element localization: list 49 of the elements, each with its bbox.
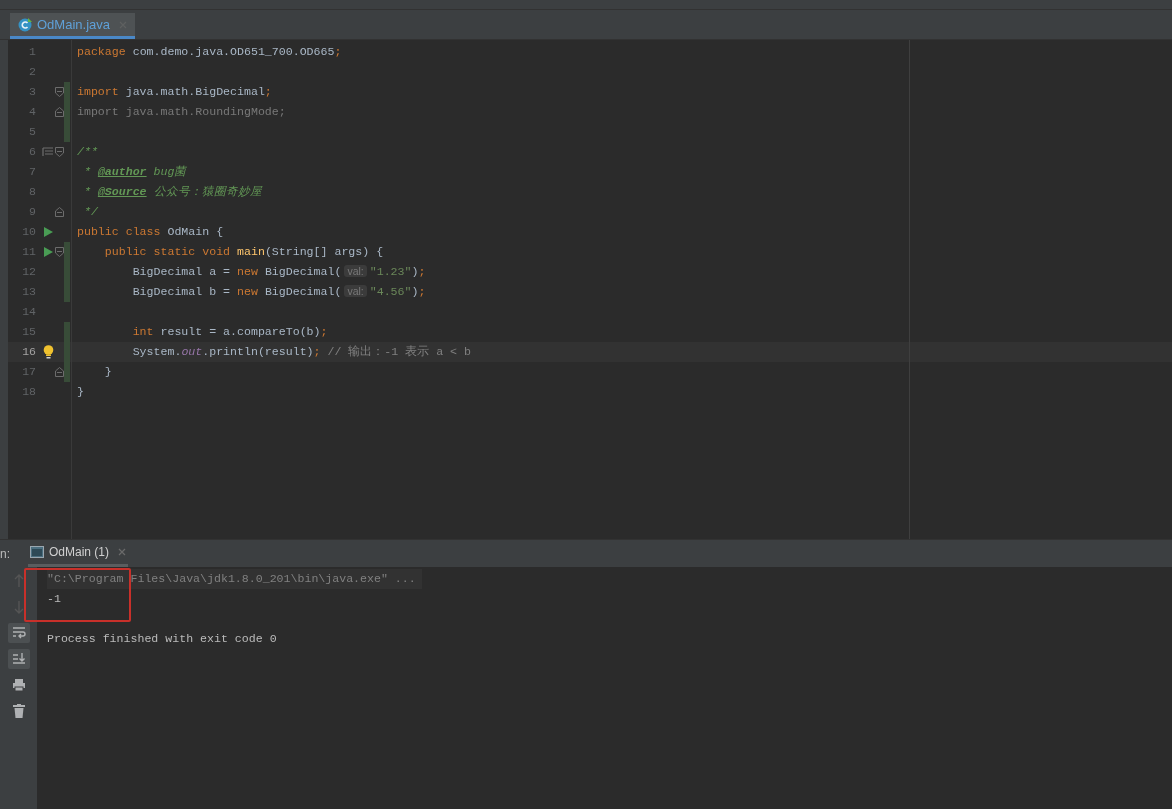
class-icon	[18, 17, 32, 32]
code-line: System.out.println(result); // 输出：-1 表示 a < b	[131, 344, 471, 361]
line-number: 12	[21, 264, 37, 281]
line-number: 15	[21, 324, 37, 341]
line-number: 6	[28, 144, 37, 161]
line-number: 18	[21, 384, 37, 401]
fold-icon[interactable]	[54, 87, 64, 97]
fold-end-icon[interactable]	[54, 107, 64, 117]
line-number: 8	[28, 184, 37, 201]
code-line: * @Source 公众号：猿圈奇妙屋	[82, 184, 262, 201]
line-number: 2	[28, 64, 37, 81]
line-number: 13	[21, 284, 37, 301]
fold-icon[interactable]	[54, 147, 64, 157]
code-line: package com.demo.java.OD651_700.OD665;	[76, 44, 342, 61]
code-line: int result = a.compareTo(b);	[131, 324, 328, 341]
code-line: import java.math.RoundingMode;	[76, 104, 286, 121]
code-line: }	[103, 364, 112, 381]
line-number: 4	[28, 104, 37, 121]
scroll-end-icon[interactable]	[7, 649, 30, 669]
wrap-icon[interactable]	[7, 623, 30, 643]
line-number: 3	[28, 84, 37, 101]
line-number: 9	[28, 204, 37, 221]
list-icon[interactable]	[42, 147, 54, 157]
line-number: 7	[28, 164, 37, 181]
console-icon	[30, 546, 44, 558]
console-line: -1	[47, 591, 61, 607]
code-line: public static void main(String[] args) {	[103, 244, 384, 261]
line-number: 10	[21, 224, 37, 241]
run-icon[interactable]	[43, 227, 53, 237]
fold-end-icon[interactable]	[54, 207, 64, 217]
line-number: 16	[21, 344, 37, 361]
code-line: }	[76, 384, 84, 401]
code-line: BigDecimal b = new BigDecimal( val: "4.56");	[131, 284, 426, 301]
run-icon[interactable]	[43, 247, 53, 257]
code-line: */	[82, 204, 98, 221]
fold-end-icon[interactable]	[54, 367, 64, 377]
code-line: * @author bug菌	[82, 164, 187, 181]
panel-label: n:	[0, 545, 11, 563]
lightbulb-icon[interactable]	[42, 345, 54, 359]
code-line: import java.math.BigDecimal;	[76, 84, 272, 101]
console-line: Process finished with exit code 0	[47, 631, 277, 647]
line-number: 17	[21, 364, 37, 381]
line-number: 14	[21, 304, 37, 321]
code-line: public class OdMain {	[76, 224, 224, 241]
line-number: 5	[28, 124, 37, 141]
code-line: /**	[76, 144, 98, 161]
fold-icon[interactable]	[54, 247, 64, 257]
close-icon[interactable]	[118, 548, 127, 556]
code-line: BigDecimal a = new BigDecimal( val: "1.23");	[131, 264, 426, 281]
